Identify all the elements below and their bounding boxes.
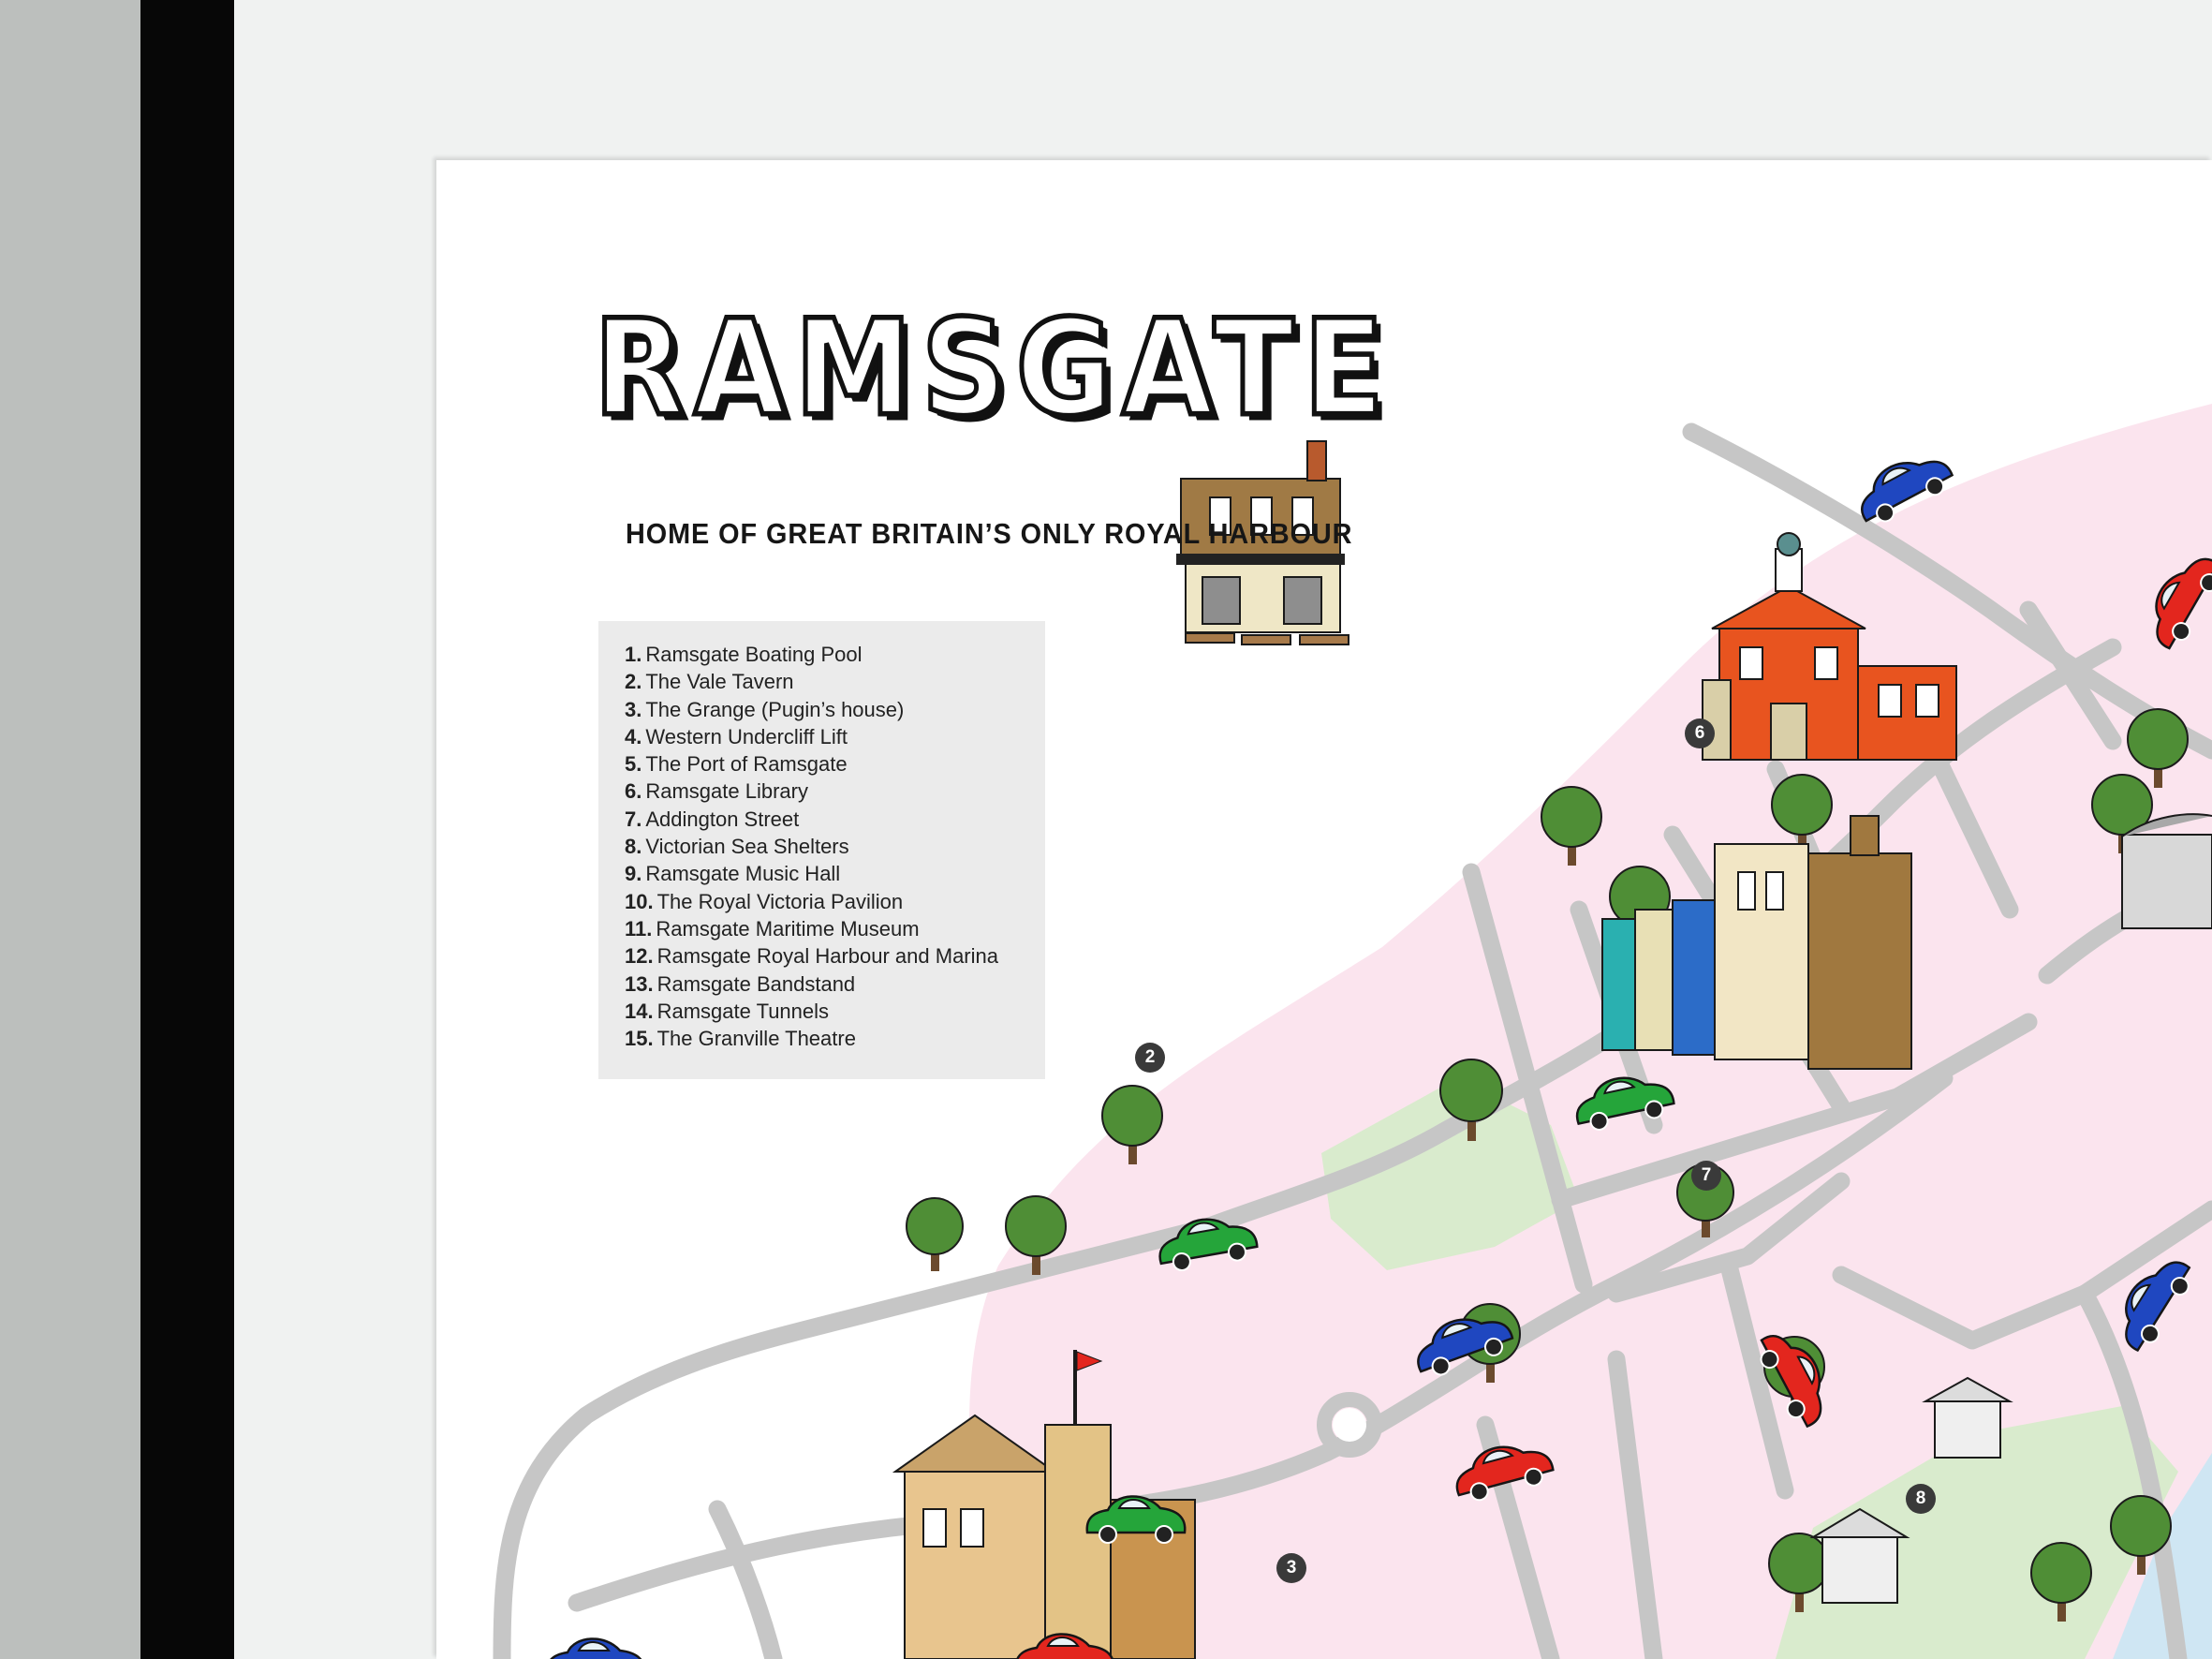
legend-item: 1. Ramsgate Boating Pool <box>625 643 863 666</box>
legend-item: 7. Addington Street <box>625 807 800 831</box>
poster-title: RAMSGATE <box>592 290 1394 446</box>
car-icon <box>1085 1495 1187 1544</box>
legend-item: 6. Ramsgate Library <box>625 779 808 804</box>
legend-item: 10. The Royal Victoria Pavilion <box>625 889 904 913</box>
legend-item: 2. The Vale Tavern <box>625 670 794 694</box>
legend-item: 13. Ramsgate Bandstand <box>625 971 856 996</box>
legend-item: 3. The Grange (Pugin’s house) <box>625 697 905 721</box>
legend-item: 8. Victorian Sea Shelters <box>625 835 849 859</box>
poster-subtitle: HOME OF GREAT BRITAIN’S ONLY ROYAL HARBO… <box>626 517 1353 550</box>
car-icon <box>1158 1218 1259 1271</box>
legend-item: 11. Ramsgate Maritime Museum <box>625 916 920 941</box>
map-marker-3[interactable]: 3 <box>1276 1553 1306 1583</box>
wall-background <box>0 0 140 1659</box>
car-icon <box>1417 1318 1514 1376</box>
map-marker-6[interactable]: 6 <box>1685 718 1715 748</box>
car-icon <box>1760 1334 1822 1429</box>
picture-frame <box>140 0 234 1659</box>
car-icon <box>1575 1076 1675 1131</box>
map-marker-8[interactable]: 8 <box>1906 1484 1936 1514</box>
map-marker-7[interactable]: 7 <box>1691 1161 1721 1191</box>
map-marker-2[interactable]: 2 <box>1135 1043 1165 1073</box>
landmark-legend: 1. Ramsgate Boating Pool 2. The Vale Taver… <box>598 621 1045 1079</box>
legend-item: 9. Ramsgate Music Hall <box>625 862 841 886</box>
car-icon <box>550 1637 642 1659</box>
map-poster: RAMSGATE HOME OF GREAT BRITAIN’S ONLY RO… <box>436 160 2212 1659</box>
car-icon <box>2155 557 2212 650</box>
car-icon <box>1860 460 1954 523</box>
legend-item: 14. Ramsgate Tunnels <box>625 999 830 1023</box>
legend-item: 5. The Port of Ramsgate <box>625 752 848 777</box>
car-icon <box>1016 1633 1114 1659</box>
legend-item: 4. Western Undercliff Lift <box>625 724 848 748</box>
car-icon <box>2125 1261 2191 1353</box>
legend-item: 12. Ramsgate Royal Harbour and Marina <box>625 944 998 969</box>
car-icon <box>1455 1445 1555 1502</box>
legend-item: 15. The Granville Theatre <box>625 1027 856 1051</box>
